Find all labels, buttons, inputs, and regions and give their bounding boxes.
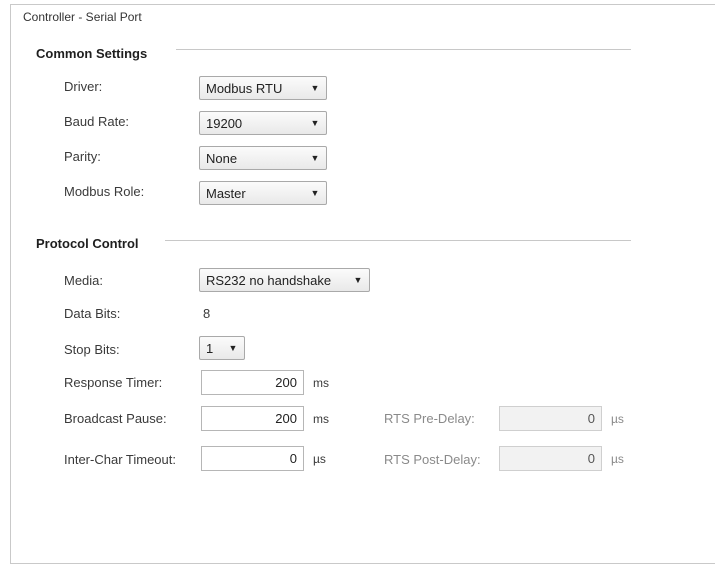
data-bits-value: 8 [203,306,211,321]
baud-rate-dropdown[interactable]: 19200 ▼ [199,111,327,135]
driver-label: Driver: [64,79,103,94]
media-dropdown[interactable]: RS232 no handshake ▼ [199,268,370,292]
common-settings-divider [176,49,631,50]
inter-char-timeout-input[interactable]: 0 [201,446,304,471]
rts-pre-delay-input[interactable]: 0 [499,406,602,431]
chevron-down-icon: ▼ [228,343,238,353]
modbus-role-dropdown[interactable]: Master ▼ [199,181,327,205]
stop-bits-dropdown[interactable]: 1 ▼ [199,336,245,360]
parity-label: Parity: [64,149,101,164]
response-timer-unit: ms [313,376,329,390]
rts-pre-delay-unit: µs [611,412,624,426]
stop-bits-label: Stop Bits: [64,342,120,357]
data-bits-label: Data Bits: [64,306,121,321]
chevron-down-icon: ▼ [310,83,320,93]
common-settings-header: Common Settings [36,46,148,61]
protocol-control-header: Protocol Control [36,236,139,251]
driver-dropdown[interactable]: Modbus RTU ▼ [199,76,327,100]
window-title: Controller - Serial Port [23,10,142,24]
parity-value: None [206,150,238,166]
rts-post-delay-unit: µs [611,452,624,466]
broadcast-pause-input[interactable]: 200 [201,406,304,431]
broadcast-pause-unit: ms [313,412,329,426]
chevron-down-icon: ▼ [310,153,320,163]
media-label: Media: [64,273,104,288]
inter-char-timeout-unit: µs [313,452,326,466]
rts-post-delay-label: RTS Post-Delay: [384,452,481,467]
stop-bits-value: 1 [206,340,214,356]
baud-rate-label: Baud Rate: [64,114,130,129]
response-timer-label: Response Timer: [64,375,163,390]
chevron-down-icon: ▼ [353,275,363,285]
driver-value: Modbus RTU [206,80,283,96]
rts-pre-delay-label: RTS Pre-Delay: [384,411,475,426]
chevron-down-icon: ▼ [310,118,320,128]
modbus-role-value: Master [206,185,246,201]
parity-dropdown[interactable]: None ▼ [199,146,327,170]
media-value: RS232 no handshake [206,272,332,288]
response-timer-input[interactable]: 200 [201,370,304,395]
baud-rate-value: 19200 [206,115,243,131]
inter-char-timeout-label: Inter-Char Timeout: [64,452,176,467]
broadcast-pause-label: Broadcast Pause: [64,411,167,426]
protocol-control-divider [165,240,631,241]
modbus-role-label: Modbus Role: [64,184,145,199]
chevron-down-icon: ▼ [310,188,320,198]
rts-post-delay-input[interactable]: 0 [499,446,602,471]
